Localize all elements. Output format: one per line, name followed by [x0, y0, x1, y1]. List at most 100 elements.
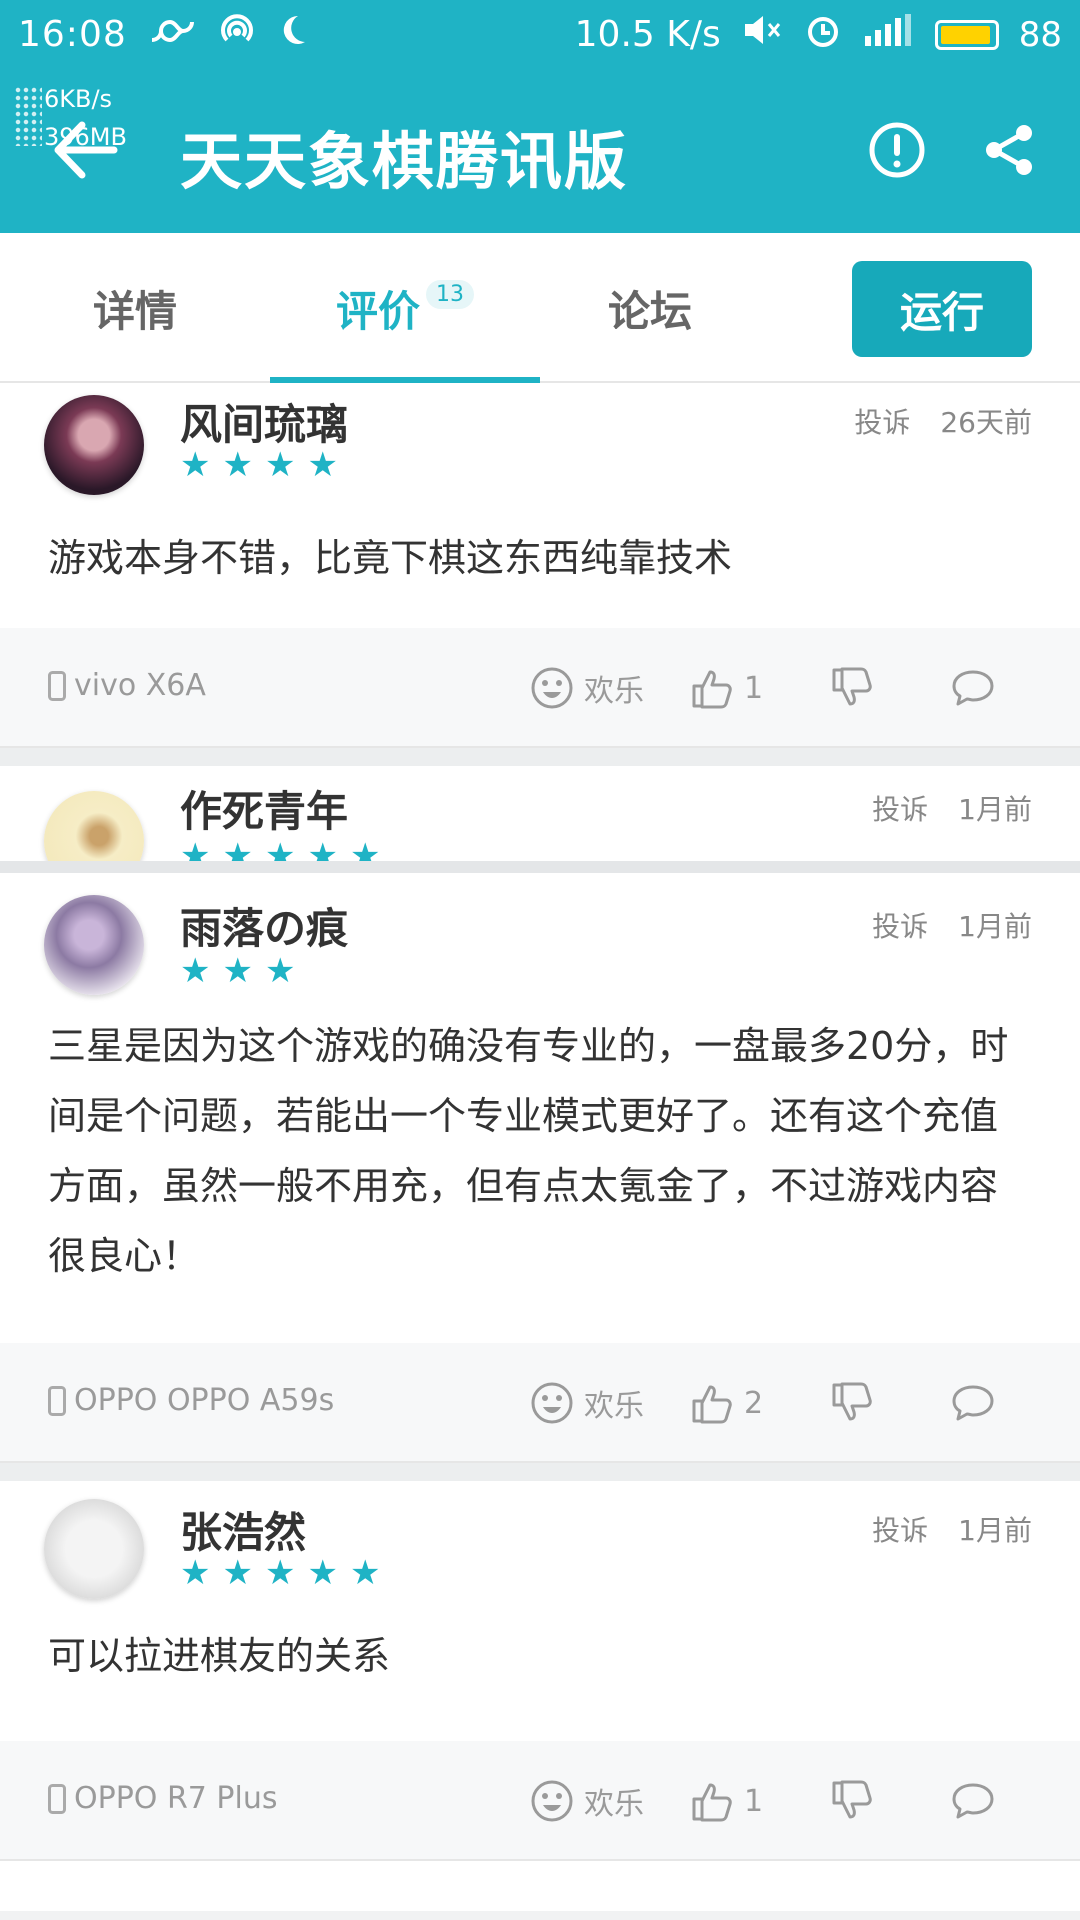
star-icon: ★ — [264, 951, 296, 991]
review-actions: 欢乐 1 — [530, 650, 1030, 726]
comment-button[interactable] — [950, 1383, 1030, 1423]
alarm-icon — [803, 10, 843, 59]
like-count: 2 — [744, 1385, 764, 1421]
like-button[interactable]: 1 — [690, 666, 830, 710]
status-time: 16:08 — [18, 14, 127, 55]
review-text: 可以拉进棋友的关系 — [48, 1634, 391, 1678]
report-link[interactable]: 投诉 — [872, 788, 928, 828]
share-icon — [986, 125, 1032, 175]
divider — [0, 748, 1080, 766]
rating-stars: ★ ★ ★ ★ ★ — [180, 1553, 380, 1593]
battery-icon — [934, 19, 999, 50]
star-icon: ★ — [222, 1553, 253, 1593]
rating-stars: ★ ★ ★ — [180, 951, 295, 991]
star-icon: ★ — [222, 951, 253, 991]
thumb-up-icon — [692, 670, 732, 709]
review-text: 三星是因为这个游戏的确没有专业的，一盘最多20分，时间是个问题，若能出一个专业模… — [48, 1024, 1009, 1278]
reviews-list[interactable]: 风间琉璃 ★ ★ ★ ★ 投诉 26天前 游戏本身不错，比竟下棋这东西纯靠技术 viv… — [0, 383, 1080, 1920]
review-user[interactable]: 雨落の痕 — [180, 895, 348, 956]
device-name: vivo X6A — [74, 668, 206, 703]
device-name: OPPO R7 Plus — [74, 1781, 278, 1816]
star-icon: ★ — [222, 836, 253, 861]
review-text: 游戏本身不错，比竟下棋这东西纯靠技术 — [48, 536, 733, 580]
smile-icon — [531, 1382, 573, 1424]
review-footer: OPPO R7 Plus 欢乐 1 — [0, 1741, 1080, 1861]
chat-bubble-icon — [952, 670, 994, 706]
signal-icon — [863, 12, 915, 57]
comment-button[interactable] — [950, 1781, 1030, 1821]
phone-icon — [48, 1385, 66, 1416]
star-icon: ★ — [222, 445, 253, 485]
review-user[interactable]: 张浩然 — [180, 1499, 306, 1560]
review-actions: 欢乐 1 — [530, 1763, 1030, 1839]
mood-label: 欢乐 — [584, 1787, 644, 1822]
mood-tag: 欢乐 — [530, 1381, 690, 1425]
tab-detail[interactable]: 详情 — [0, 233, 270, 383]
like-count: 1 — [744, 1783, 764, 1819]
rating-stars: ★ ★ ★ ★ — [180, 445, 338, 485]
review-time: 26天前 — [940, 406, 1032, 439]
avatar[interactable] — [44, 395, 144, 495]
star-icon: ★ — [180, 951, 211, 991]
like-button[interactable]: 1 — [690, 1779, 830, 1823]
chat-bubble-icon — [952, 1385, 994, 1421]
device-info: vivo X6A — [48, 668, 206, 703]
device-name: OPPO OPPO A59s — [74, 1383, 335, 1418]
tab-reviews[interactable]: 评价 13 — [270, 233, 540, 383]
avatar[interactable] — [44, 1499, 144, 1599]
app-header: 16:08 10.5 K/s 88 6KB/s 396MB 天天象棋腾讯版 — [0, 0, 1080, 233]
review-meta: 投诉 1月前 — [872, 1509, 1032, 1549]
review-time: 1月前 — [958, 793, 1032, 826]
review-footer: vivo X6A 欢乐 1 — [0, 628, 1080, 748]
report-button[interactable] — [862, 115, 932, 185]
tab-reviews-label: 评价 — [335, 286, 420, 336]
review-time: 1月前 — [958, 1514, 1032, 1547]
reviews-count-badge: 13 — [426, 279, 474, 309]
like-button[interactable]: 2 — [690, 1381, 830, 1425]
status-bar: 16:08 10.5 K/s 88 — [0, 0, 1080, 72]
review-time: 1月前 — [958, 910, 1032, 943]
chat-bubble-icon — [952, 1783, 994, 1819]
tab-forum[interactable]: 论坛 — [540, 233, 760, 383]
dislike-button[interactable] — [830, 666, 950, 710]
device-info: OPPO R7 Plus — [48, 1781, 277, 1816]
star-icon: ★ — [264, 836, 296, 861]
avatar[interactable] — [44, 791, 144, 861]
tab-forum-label: 论坛 — [607, 286, 692, 336]
review-user[interactable]: 风间琉璃 — [180, 391, 348, 452]
run-button[interactable]: 运行 — [852, 261, 1032, 357]
report-link[interactable]: 投诉 — [854, 401, 910, 441]
review-card: 风间琉璃 ★ ★ ★ ★ 投诉 26天前 游戏本身不错，比竟下棋这东西纯靠技术 viv… — [0, 383, 1080, 748]
back-button[interactable] — [48, 115, 124, 185]
app-bar: 天天象棋腾讯版 — [0, 95, 1080, 205]
dislike-button[interactable] — [830, 1779, 950, 1823]
star-icon: ★ — [307, 836, 338, 861]
report-link[interactable]: 投诉 — [872, 905, 928, 945]
review-footer: OPPO OPPO A59s 欢乐 2 — [0, 1343, 1080, 1463]
phone-icon — [48, 1783, 66, 1814]
thumb-down-icon — [832, 1780, 872, 1819]
review-card: 作死青年 投诉 1月前 ★ ★ ★ ★ ★ — [0, 766, 1080, 861]
page-title: 天天象棋腾讯版 — [180, 125, 629, 198]
review-meta: 投诉 1月前 — [872, 905, 1032, 945]
divider — [0, 1463, 1080, 1481]
thumb-up-icon — [692, 1783, 732, 1822]
star-icon: ★ — [349, 836, 381, 861]
phone-icon — [48, 670, 66, 701]
star-icon: ★ — [307, 445, 338, 485]
share-button[interactable] — [974, 115, 1044, 185]
thumb-down-icon — [832, 667, 872, 706]
report-link[interactable]: 投诉 — [872, 1509, 928, 1549]
star-icon: ★ — [264, 445, 296, 485]
star-icon: ★ — [180, 445, 211, 485]
avatar[interactable] — [44, 895, 144, 995]
mood-label: 欢乐 — [584, 674, 644, 709]
dislike-button[interactable] — [830, 1381, 950, 1425]
star-icon: ★ — [264, 1553, 296, 1593]
arrow-left-icon — [54, 121, 118, 179]
hotspot-icon — [217, 10, 257, 59]
review-user[interactable]: 作死青年 — [180, 778, 348, 839]
mood-tag: 欢乐 — [530, 1779, 690, 1823]
comment-button[interactable] — [950, 668, 1030, 708]
star-icon: ★ — [349, 1553, 381, 1593]
